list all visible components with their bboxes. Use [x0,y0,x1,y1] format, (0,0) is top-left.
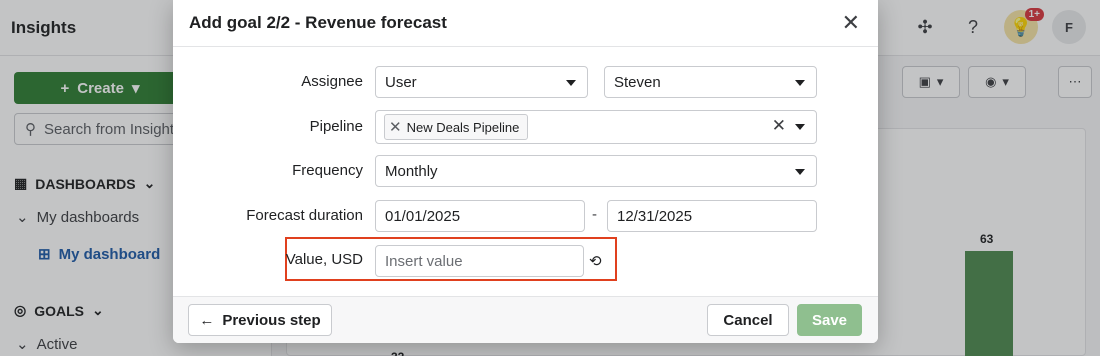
previous-step-button[interactable]: ← Previous step [188,304,332,336]
assignee-label: Assignee [301,73,363,90]
caret-down-icon [566,80,576,86]
assignee-name-select[interactable]: Steven [604,66,817,98]
assignee-type-value: User [385,73,417,91]
close-icon[interactable]: ✕ [842,11,860,35]
clear-icon[interactable]: ✕ [772,116,786,136]
pipeline-chip: ✕ New Deals Pipeline [384,114,529,140]
duration-end-value: 12/31/2025 [617,207,693,225]
value-input[interactable]: Insert value [375,245,584,277]
value-placeholder: Insert value [385,252,463,270]
frequency-value: Monthly [385,162,438,180]
modal-title: Add goal 2/2 - Revenue forecast [189,13,447,32]
duration-start-value: 01/01/2025 [385,207,461,225]
save-button[interactable]: Save [797,304,862,336]
arrow-left-icon: ← [199,311,215,329]
modal-footer: ← Previous step Cancel Save [173,296,878,343]
pipeline-select[interactable]: ✕ New Deals Pipeline ✕ [375,110,817,144]
duration-end-input[interactable]: 12/31/2025 [607,200,817,232]
duration-label: Forecast duration [246,207,363,224]
duration-separator: - [592,206,597,223]
modal-header: Add goal 2/2 - Revenue forecast ✕ [173,0,878,47]
caret-down-icon [795,169,805,175]
assignee-name-value: Steven [614,73,661,91]
pipeline-label: Pipeline [309,118,363,135]
previous-step-label: Previous step [222,311,321,329]
assignee-type-select[interactable]: User [375,66,588,98]
frequency-label: Frequency [292,162,363,179]
value-label: Value, USD [285,251,363,268]
repeat-icon[interactable]: ⟲ [589,252,602,270]
frequency-select[interactable]: Monthly [375,155,817,187]
duration-start-input[interactable]: 01/01/2025 [375,200,585,232]
caret-down-icon [795,80,805,86]
cancel-button[interactable]: Cancel [707,304,789,336]
caret-down-icon [795,124,805,130]
remove-chip-icon[interactable]: ✕ [389,118,402,136]
add-goal-modal: Add goal 2/2 - Revenue forecast ✕ Assign… [173,0,878,343]
pipeline-chip-label: New Deals Pipeline [406,119,520,135]
